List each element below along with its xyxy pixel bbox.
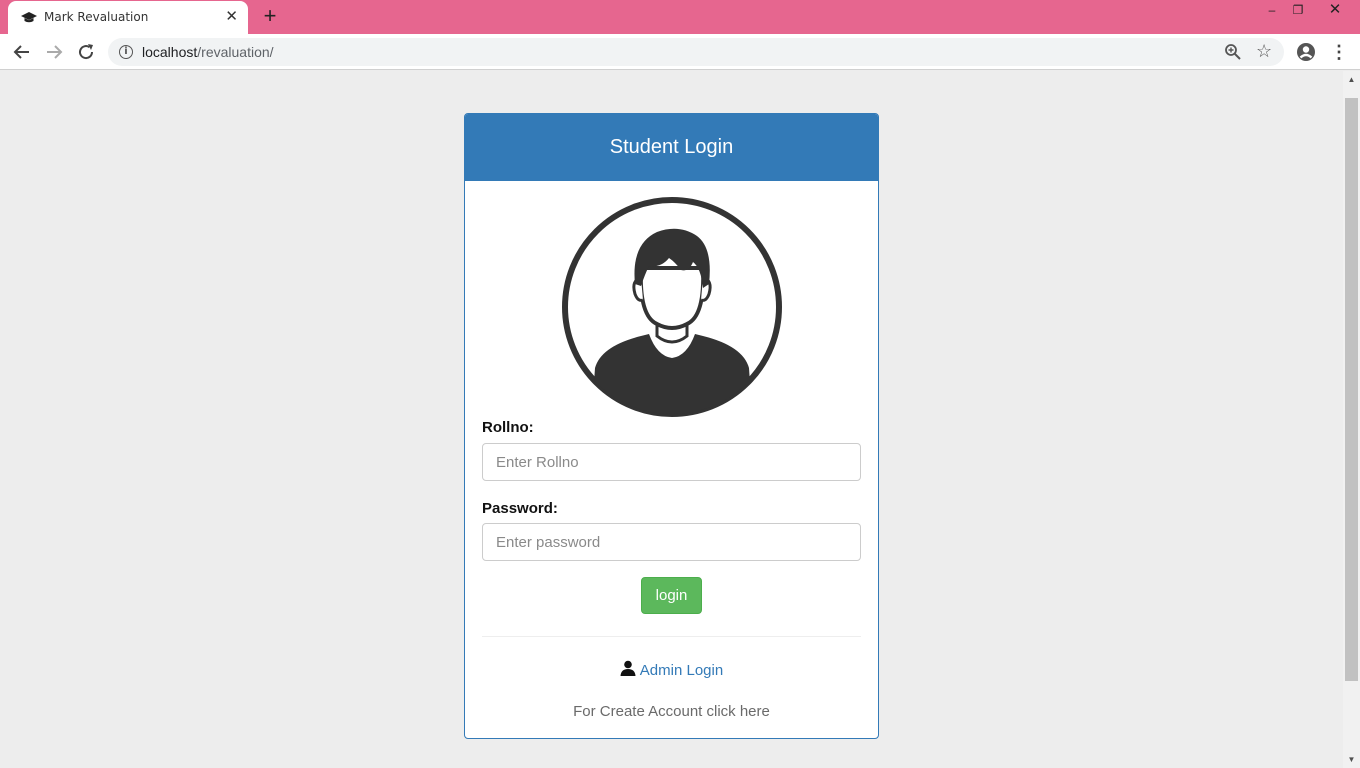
rollno-input[interactable]	[482, 443, 861, 481]
browser-toolbar: i localhost/revaluation/ ☆ ⋮	[0, 34, 1360, 70]
tab-title: Mark Revaluation	[44, 10, 149, 24]
password-label: Password:	[482, 500, 558, 517]
close-window-button[interactable]: ✕	[1312, 0, 1358, 20]
admin-login-link[interactable]: Admin Login	[465, 660, 878, 679]
star-icon[interactable]: ☆	[1256, 40, 1272, 62]
tab-close-button[interactable]: ✕	[225, 9, 238, 25]
menu-icon[interactable]: ⋮	[1330, 41, 1348, 63]
scroll-up-arrow-icon[interactable]: ▲	[1343, 71, 1360, 88]
panel-heading: Student Login	[465, 114, 878, 181]
new-tab-button[interactable]: +	[260, 5, 280, 27]
browser-title-bar: Mark Revaluation ✕ + – ❐ ✕	[0, 0, 1360, 34]
scrollbar-thumb[interactable]	[1345, 98, 1358, 681]
reload-icon[interactable]	[74, 41, 98, 63]
url-host: localhost	[142, 44, 198, 60]
info-icon[interactable]: i	[119, 45, 133, 59]
password-input[interactable]	[482, 523, 861, 561]
student-login-panel: Student Login Rollno: Password: login	[464, 113, 879, 739]
scroll-down-arrow-icon[interactable]: ▼	[1343, 751, 1360, 768]
page-scrollbar[interactable]: ▲ ▼	[1343, 71, 1360, 768]
restore-button[interactable]: ❐	[1283, 0, 1313, 20]
url-path: /revaluation/	[197, 44, 274, 60]
user-icon	[620, 660, 636, 676]
back-arrow-icon[interactable]	[10, 41, 34, 63]
rollno-label: Rollno:	[482, 419, 534, 436]
create-account-link[interactable]: For Create Account click here	[465, 703, 878, 720]
browser-tab[interactable]: Mark Revaluation ✕	[8, 1, 248, 34]
login-button[interactable]: login	[641, 577, 702, 614]
graduation-cap-icon	[21, 12, 37, 23]
divider	[482, 636, 861, 637]
address-bar[interactable]: i localhost/revaluation/	[108, 38, 1284, 66]
admin-login-label: Admin Login	[639, 662, 724, 679]
account-icon[interactable]	[1296, 42, 1316, 62]
zoom-icon[interactable]	[1224, 43, 1242, 61]
forward-arrow-icon[interactable]	[42, 41, 66, 63]
student-avatar-icon	[562, 197, 782, 417]
url-text[interactable]: localhost/revaluation/	[142, 44, 274, 60]
